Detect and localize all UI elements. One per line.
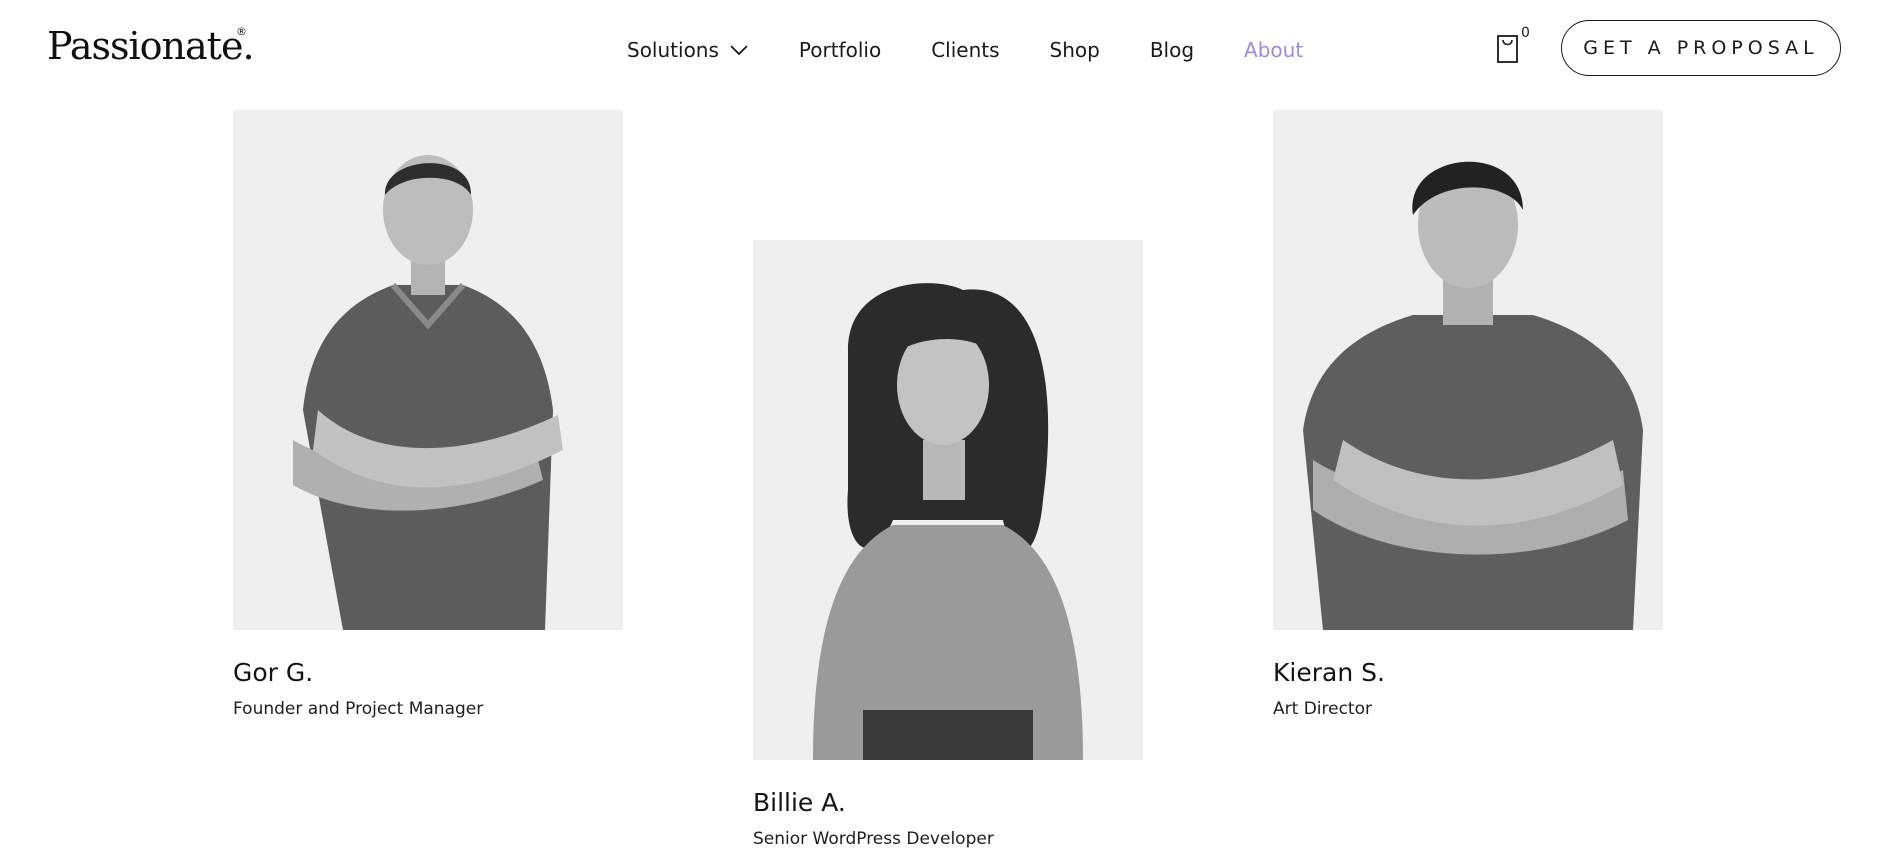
nav-item-solutions[interactable]: Solutions	[627, 38, 749, 62]
team-member-name: Gor G.	[233, 658, 314, 687]
person-photo-icon	[753, 240, 1143, 760]
team-member-card: Billie A. Senior WordPress Developer	[753, 240, 1143, 852]
get-proposal-button[interactable]: GET A PROPOSAL	[1561, 20, 1841, 76]
logo[interactable]: Passionate.	[47, 18, 255, 74]
person-photo-icon	[1273, 110, 1663, 630]
site-header: Passionate. ® Solutions Portfolio Client…	[0, 0, 1895, 100]
chevron-down-icon	[730, 45, 748, 56]
person-photo-icon	[233, 110, 623, 630]
main-nav: Solutions Portfolio Clients Shop Blog Ab…	[627, 34, 1353, 66]
registered-mark: ®	[236, 25, 247, 38]
nav-item-clients[interactable]: Clients	[931, 38, 999, 62]
team-member-name: Billie A.	[753, 788, 846, 817]
nav-item-portfolio[interactable]: Portfolio	[799, 38, 881, 62]
team-member-name: Kieran S.	[1273, 658, 1385, 687]
team-member-role: Art Director	[1273, 699, 1372, 719]
nav-item-shop[interactable]: Shop	[1050, 38, 1100, 62]
team-member-card: Kieran S. Art Director	[1273, 110, 1663, 722]
team-member-role: Founder and Project Manager	[233, 699, 484, 719]
nav-item-label: Solutions	[627, 38, 719, 62]
cart-count-badge: 0	[1521, 25, 1530, 41]
team-member-card: Gor G. Founder and Project Manager	[233, 110, 623, 722]
nav-item-about[interactable]: About	[1244, 38, 1303, 62]
nav-item-blog[interactable]: Blog	[1150, 38, 1194, 62]
team-member-role: Senior WordPress Developer	[753, 829, 994, 849]
